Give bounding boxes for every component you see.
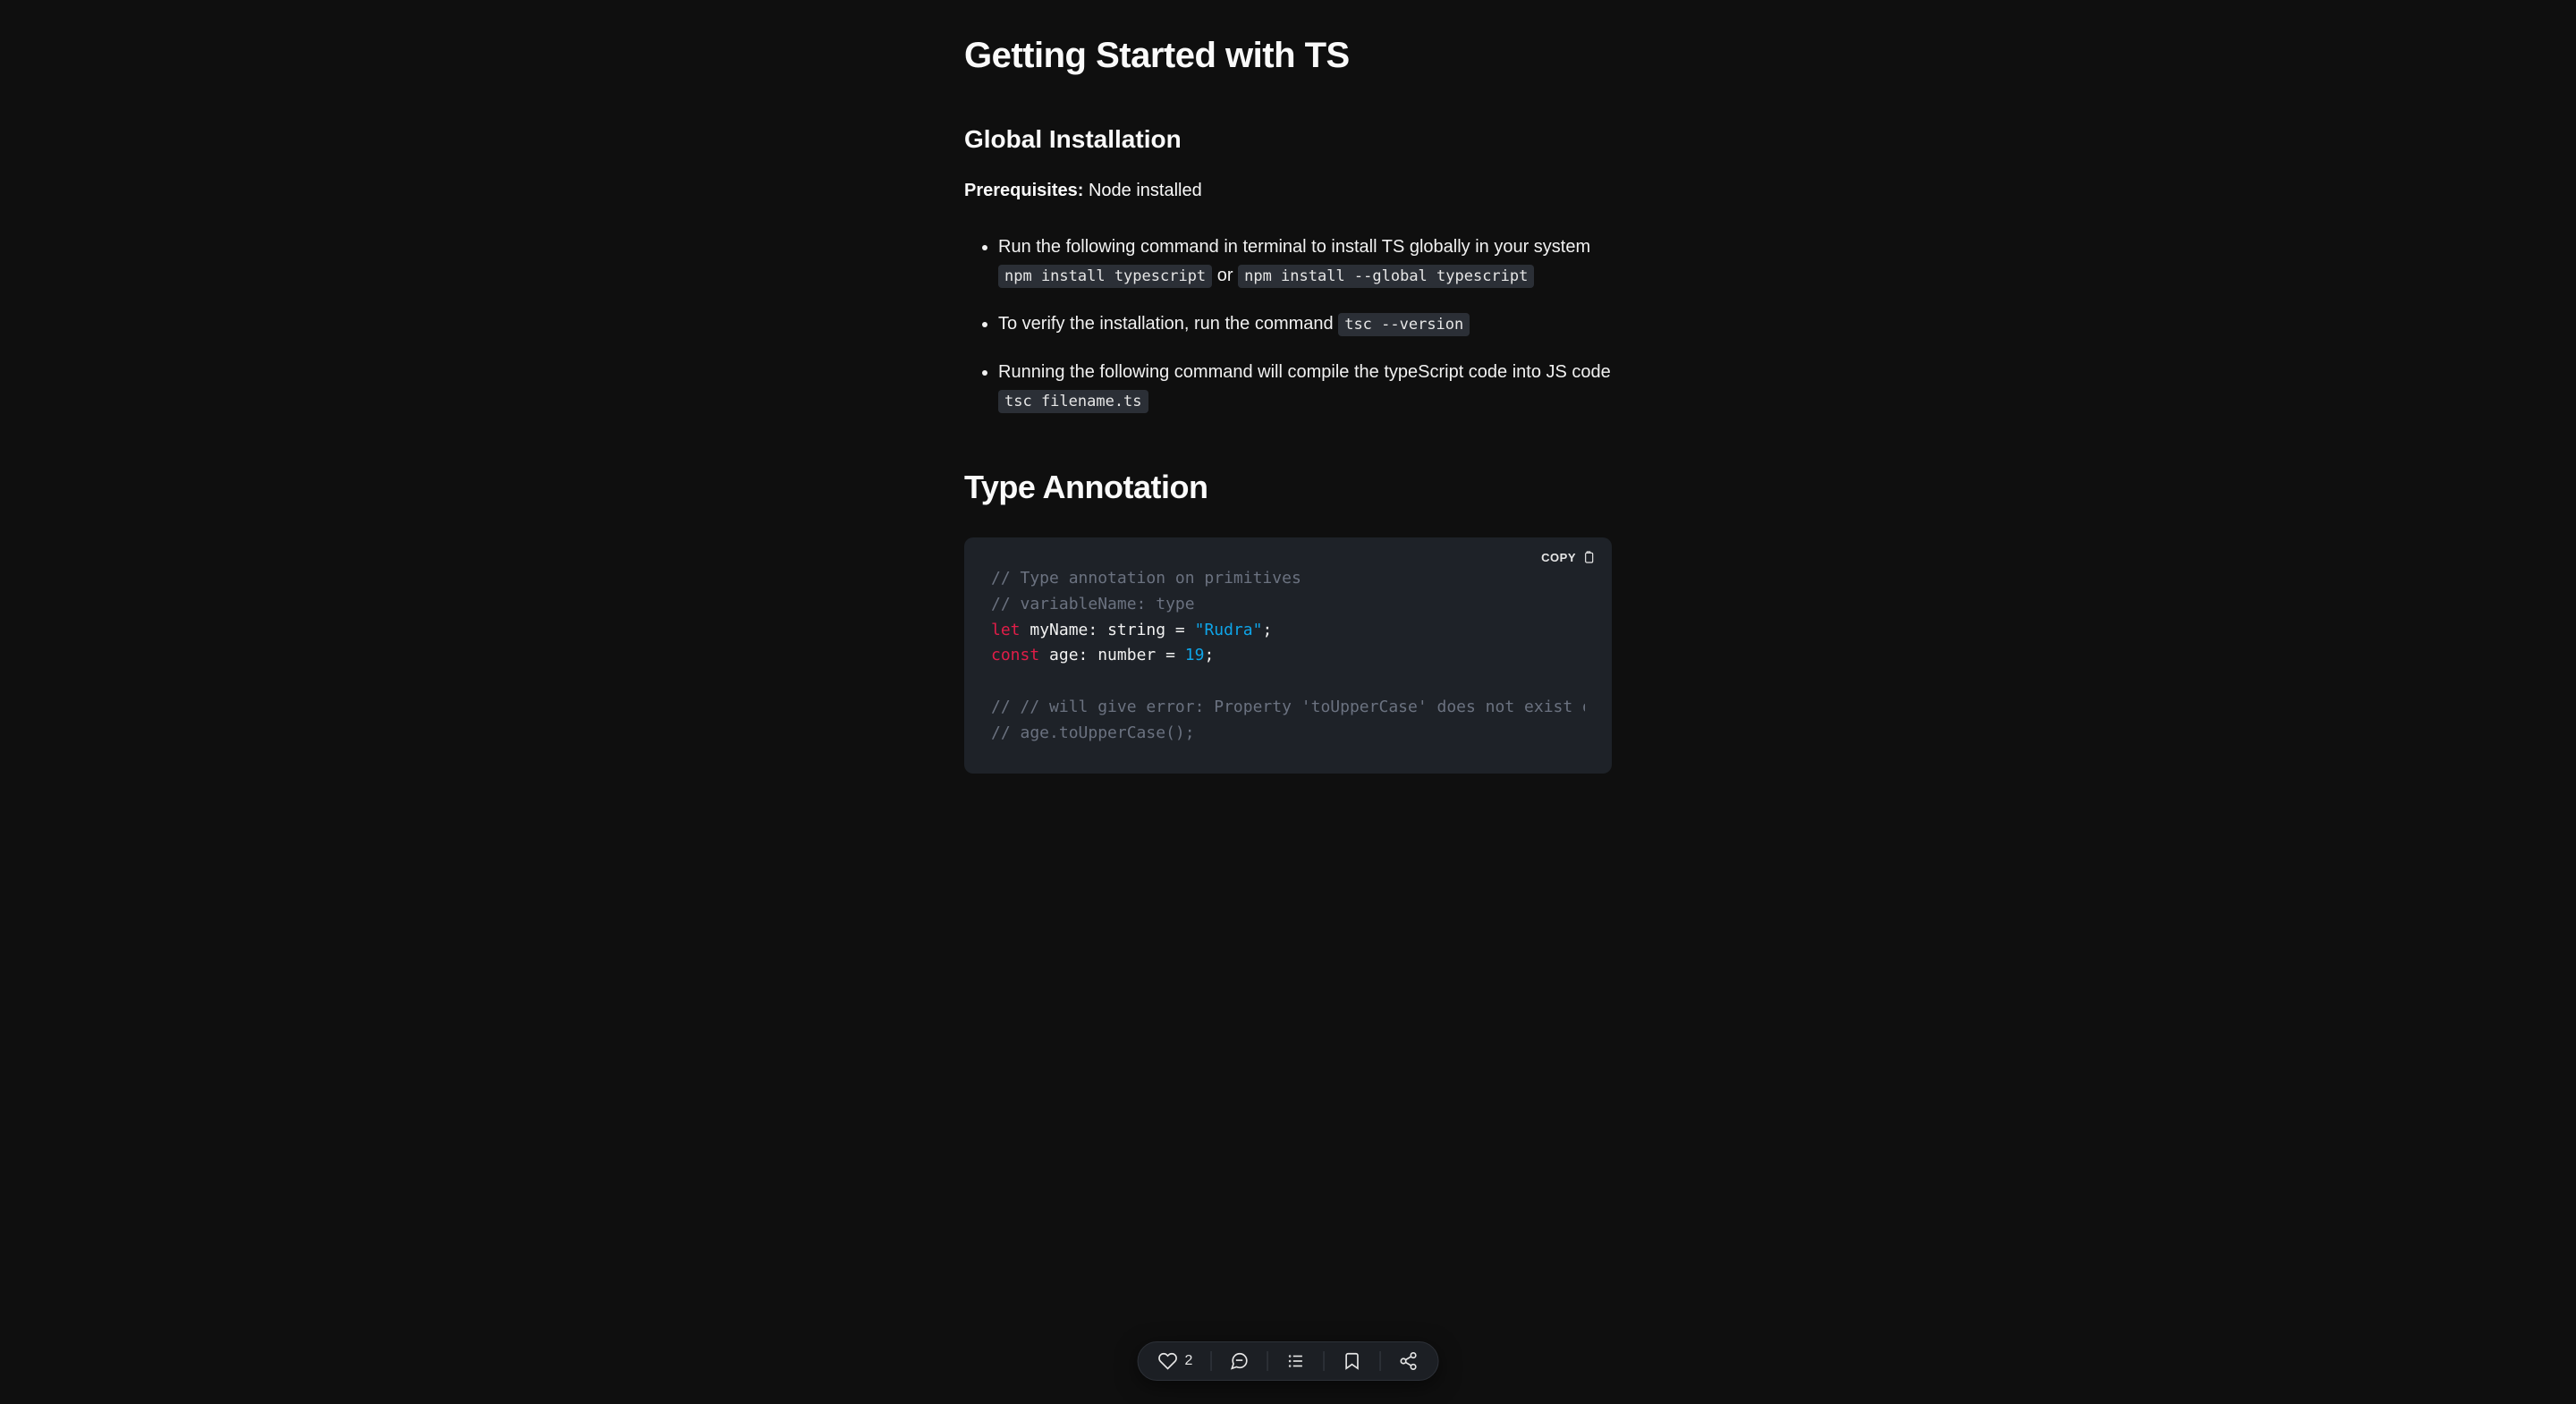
inline-code: npm install typescript — [998, 265, 1212, 288]
separator — [1379, 1351, 1380, 1371]
page-title: Getting Started with TS — [964, 36, 1612, 76]
separator — [1210, 1351, 1211, 1371]
floating-action-bar: 2 — [1138, 1341, 1439, 1381]
step-text: Running the following command will compi… — [998, 362, 1611, 382]
inline-code: npm install --global typescript — [1238, 265, 1534, 288]
bookmark-icon — [1342, 1351, 1361, 1371]
code-block: COPY // Type annotation on primitives //… — [964, 537, 1612, 774]
comment-icon — [1229, 1351, 1249, 1371]
bookmark-button[interactable] — [1342, 1351, 1361, 1371]
install-steps: Run the following command in terminal to… — [964, 233, 1612, 415]
heart-icon — [1158, 1351, 1178, 1371]
step-or: or — [1217, 266, 1233, 285]
comment-button[interactable] — [1229, 1351, 1249, 1371]
inline-code: tsc --version — [1338, 313, 1470, 336]
share-icon — [1398, 1351, 1418, 1371]
section-type-annotation: Type Annotation — [964, 469, 1612, 506]
section-global-installation: Global Installation — [964, 125, 1612, 154]
separator — [1323, 1351, 1324, 1371]
prerequisites-label: Prerequisites: — [964, 181, 1083, 200]
clipboard-icon — [1581, 550, 1596, 564]
like-count: 2 — [1185, 1353, 1193, 1369]
step-text: Run the following command in terminal to… — [998, 237, 1590, 257]
code-content: // Type annotation on primitives // vari… — [991, 566, 1585, 747]
step-text: To verify the installation, run the comm… — [998, 314, 1334, 334]
copy-label: COPY — [1541, 551, 1576, 564]
copy-button[interactable]: COPY — [1541, 550, 1596, 564]
like-button[interactable]: 2 — [1158, 1351, 1193, 1371]
list-item: To verify the installation, run the comm… — [998, 309, 1612, 338]
share-button[interactable] — [1398, 1351, 1418, 1371]
toc-button[interactable] — [1285, 1351, 1305, 1371]
prerequisites-line: Prerequisites: Node installed — [964, 181, 1612, 201]
list-item: Running the following command will compi… — [998, 358, 1612, 415]
list-icon — [1285, 1351, 1305, 1371]
prerequisites-value: Node installed — [1089, 181, 1202, 200]
list-item: Run the following command in terminal to… — [998, 233, 1612, 290]
inline-code: tsc filename.ts — [998, 390, 1148, 413]
